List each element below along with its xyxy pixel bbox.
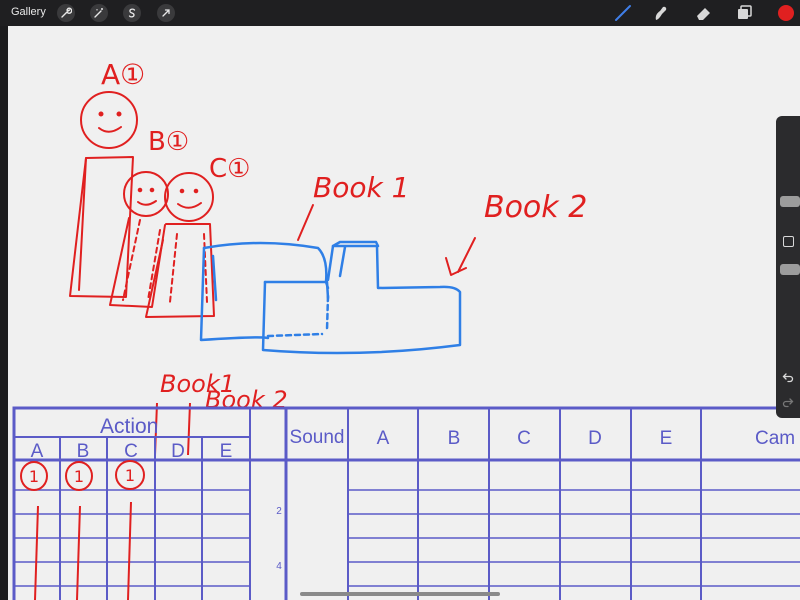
opacity-slider-icon[interactable] bbox=[780, 264, 800, 275]
top-toolbar: Gallery bbox=[0, 0, 800, 26]
label-book1: Book 1 bbox=[313, 171, 409, 204]
mark-1-b: 1 bbox=[74, 467, 84, 486]
character-a-sketch bbox=[69, 91, 138, 298]
color-swatch-icon[interactable] bbox=[776, 3, 796, 23]
sheet-col-e: E bbox=[660, 428, 673, 449]
book2-arrow bbox=[445, 237, 476, 276]
wrench-icon[interactable] bbox=[57, 4, 75, 22]
sheet-col-c: C bbox=[517, 428, 531, 449]
eraser-icon[interactable] bbox=[693, 3, 713, 23]
sheet-label-book2: Book 2 bbox=[205, 386, 288, 414]
action-col-e: E bbox=[220, 441, 233, 462]
book1-pointer bbox=[297, 204, 314, 241]
drawing-canvas[interactable]: A① B① C① Book 1 Book 2 Book1 Book 2 Acti… bbox=[8, 26, 800, 600]
magic-wand-icon[interactable] bbox=[90, 4, 108, 22]
gallery-button[interactable]: Gallery bbox=[11, 6, 46, 18]
action-col-c: C bbox=[124, 441, 138, 462]
label-a: A① bbox=[101, 58, 145, 91]
transform-arrow-icon[interactable] bbox=[157, 4, 175, 22]
row-number-4: 4 bbox=[276, 561, 282, 572]
smudge-icon[interactable] bbox=[650, 3, 670, 23]
sheet-col-b: B bbox=[448, 428, 461, 449]
character-b-sketch bbox=[109, 171, 169, 308]
size-slider-icon[interactable] bbox=[780, 196, 800, 207]
label-b: B① bbox=[148, 127, 189, 157]
brush-sidebar bbox=[776, 116, 800, 418]
action-header: Action bbox=[100, 415, 158, 438]
label-book2: Book 2 bbox=[484, 190, 587, 225]
brush-icon[interactable] bbox=[613, 3, 633, 23]
sound-header: Sound bbox=[290, 427, 345, 448]
sheet-col-a: A bbox=[377, 428, 390, 449]
action-col-a: A bbox=[31, 441, 44, 462]
camera-header: Cam bbox=[755, 428, 795, 449]
action-col-b: B bbox=[77, 441, 90, 462]
modify-square-icon[interactable] bbox=[783, 236, 794, 247]
selection-s-icon[interactable] bbox=[123, 4, 141, 22]
redo-icon[interactable] bbox=[782, 396, 794, 408]
action-col-d: D bbox=[171, 441, 185, 462]
row-number-2: 2 bbox=[276, 506, 282, 517]
mark-1-c: 1 bbox=[125, 466, 135, 485]
label-c: C① bbox=[209, 154, 250, 184]
layers-icon[interactable] bbox=[735, 3, 755, 23]
home-indicator bbox=[300, 592, 500, 596]
character-c-sketch bbox=[145, 172, 215, 318]
sheet-col-d: D bbox=[588, 428, 602, 449]
canvas-art: A① B① C① Book 1 Book 2 Book1 Book 2 Acti… bbox=[12, 58, 800, 600]
undo-icon[interactable] bbox=[782, 371, 794, 383]
mark-1-a: 1 bbox=[29, 467, 39, 486]
book-2-sketch bbox=[261, 240, 462, 355]
